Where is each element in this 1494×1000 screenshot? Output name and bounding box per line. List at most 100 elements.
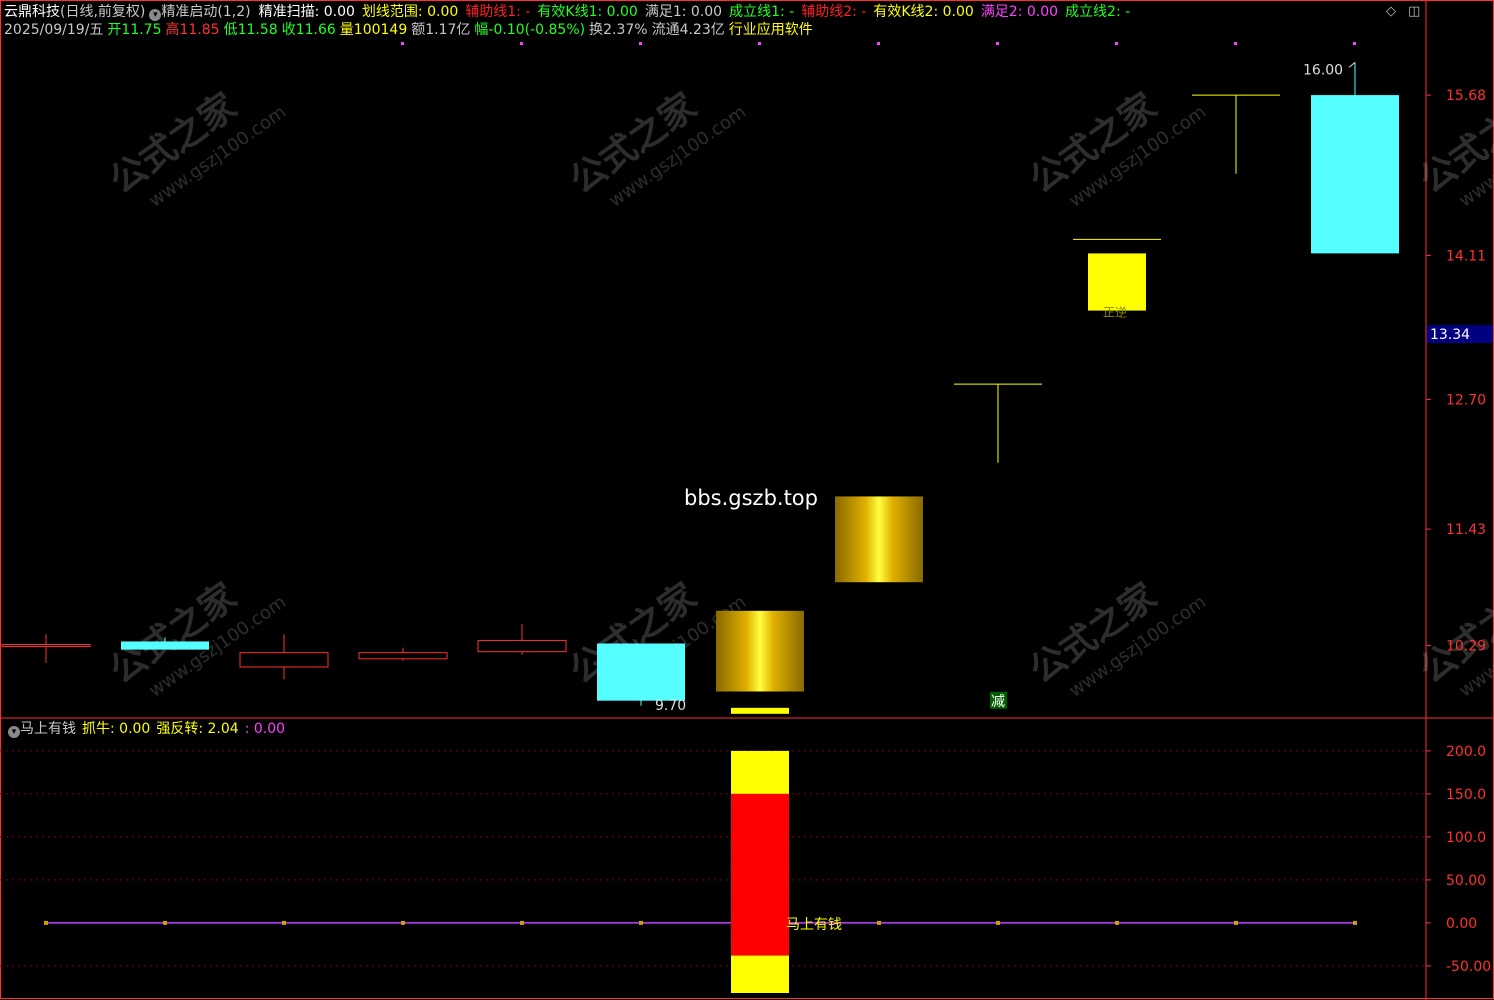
current-price-label: 13.34 (1430, 327, 1470, 343)
signal-dot (877, 42, 880, 45)
indicator-value-9: 成立线2: - (1065, 4, 1131, 20)
candle-0 (1, 634, 91, 663)
watermark-item-0: 公式之家www.gszj100.com (102, 86, 290, 212)
candle-2 (239, 634, 329, 680)
indicator-value-5: 成立线1: - (729, 4, 795, 20)
stock-name[interactable]: 云鼎科技 (4, 4, 60, 20)
candle-body (358, 652, 448, 660)
lower-indicator-value-0: 抓牛: 0.00 (82, 721, 151, 737)
value-tick-label: 200.0 (1446, 744, 1486, 760)
candle-6 (716, 610, 804, 692)
indicator-value-6: 辅助线2: - (801, 4, 867, 20)
watermark-item-2: 公式之家www.gszj100.com (1022, 86, 1210, 212)
quote-field-3: 低11.58 (223, 22, 278, 38)
indicator-value-7: 有效K线2: 0.00 (873, 4, 974, 20)
value-tick-label: 100.0 (1446, 830, 1486, 846)
quote-field-1: 开11.75 (107, 22, 162, 38)
price-tick-label: 10.29 (1446, 639, 1486, 655)
indicator-bar-label: 马上有钱 (786, 917, 842, 933)
signal-dot (758, 42, 761, 45)
candle-body (121, 641, 209, 650)
indicator-value-2: 辅助线1: - (465, 4, 531, 20)
period-label[interactable]: (日线,前复权) (60, 4, 145, 20)
high-price-annotation: 16.00 (1303, 62, 1343, 78)
zero-line-dot (877, 920, 881, 925)
candle-annotation: 正逆 (1103, 305, 1127, 320)
price-tick-label: 14.11 (1446, 248, 1486, 264)
zero-line-dot (639, 920, 643, 925)
quote-field-9: 流通4.23亿 (651, 22, 725, 38)
annotation-arrow (1348, 62, 1356, 68)
indicator-value-8: 满足2: 0.00 (980, 4, 1059, 20)
indicator-value-0: 精准扫描: 0.00 (258, 4, 355, 20)
zero-line-dot (163, 920, 167, 925)
signal-dot (1234, 42, 1237, 45)
candle-body (1088, 253, 1146, 311)
candle-10 (1192, 94, 1280, 174)
indicator-value-4: 满足1: 0.00 (644, 4, 723, 20)
candle-body (239, 652, 329, 668)
candle-3 (358, 647, 448, 661)
value-tick-label: 0.00 (1446, 916, 1477, 932)
quote-field-7: 幅-0.10(-0.85%) (474, 22, 586, 38)
quote-field-6: 额1.17亿 (411, 22, 471, 38)
signal-dot (520, 42, 523, 45)
candle-8 (954, 383, 1042, 463)
signal-dot (1353, 42, 1356, 45)
candle-body (716, 610, 804, 692)
value-tick-label: 50.00 (1446, 873, 1486, 889)
candle-body (1311, 95, 1399, 254)
watermark-item-3: 公式之家www.gszj100.com (102, 576, 290, 702)
candle-11 (1311, 62, 1399, 254)
candle-5 (597, 643, 685, 706)
quote-field-10: 行业应用软件 (728, 22, 813, 38)
signal-dot (401, 42, 404, 45)
candle-body (477, 639, 567, 653)
quote-field-0: 2025/09/19/五 (4, 22, 104, 38)
reduce-badge-label: 减 (991, 694, 1005, 710)
quote-field-5: 量100149 (339, 22, 408, 38)
watermark-item-5: 公式之家www.gszj100.com (1022, 576, 1210, 702)
low-price-annotation: 9.70 (655, 698, 686, 714)
zero-line-dot (282, 920, 286, 925)
chart-canvas: 公式之家www.gszj100.com 公式之家www.gszj100.com 公式… (0, 0, 1494, 1000)
zero-line-dot (996, 920, 1000, 925)
quote-field-4: 收11.66 (281, 22, 336, 38)
indicator-name[interactable]: 精准启动 (161, 4, 217, 20)
indicator-value-1: 划线范围: 0.00 (361, 4, 459, 20)
watermark-item-7: 公式之家www.gszj100.com (1412, 576, 1494, 702)
indicator-bar-segment-1 (731, 793, 789, 956)
candle-7 (835, 496, 923, 583)
value-tick-label: -50.00 (1446, 959, 1491, 975)
indicator-bar-segment-0 (731, 750, 789, 794)
candle-4 (477, 624, 567, 655)
candle-body (597, 643, 685, 701)
indicator-bar-segment-2 (731, 955, 789, 993)
indicator-params: (1,2) (217, 4, 251, 20)
square-icon[interactable]: ◫ (1408, 4, 1420, 19)
price-tick-label: 11.43 (1446, 522, 1486, 538)
header-row-2: 2025/09/19/五 开11.75 高11.85 低11.58 收11.66 量100… (4, 21, 817, 39)
signal-dot (1115, 42, 1118, 45)
lower-indicator-name[interactable]: 马上有钱 (20, 721, 76, 737)
dropdown-icon[interactable]: ▾ (8, 726, 20, 738)
watermark-item-1: 公式之家www.gszj100.com (562, 86, 750, 212)
value-tick-label: 150.0 (1446, 787, 1486, 803)
header-row-1: 云鼎科技(日线,前复权) ▾ 精准启动(1,2) 精准扫描: 0.00 划线范围: 0.… (4, 3, 1137, 21)
price-tick-label: 12.70 (1446, 392, 1486, 408)
signal-bar (731, 707, 789, 714)
candle-body (835, 496, 923, 583)
zero-line-dot (44, 920, 48, 925)
quote-field-2: 高11.85 (165, 22, 220, 38)
quote-field-8: 换2.37% (589, 22, 648, 38)
zero-line-dot (401, 920, 405, 925)
lower-indicator-value-1: 强反转: 2.04 (156, 721, 239, 737)
indicator-value-3: 有效K线1: 0.00 (537, 4, 638, 20)
lower-header-row: ▾ 马上有钱 抓牛: 0.00 强反转: 2.04 : 0.00 (4, 720, 291, 738)
dropdown-icon[interactable]: ▾ (149, 9, 162, 21)
lower-indicator-value-2: : 0.00 (244, 721, 286, 737)
site-watermark: bbs.gszb.top (684, 486, 818, 510)
candle-body (1, 644, 91, 648)
price-tick-label: 15.68 (1446, 88, 1486, 104)
diamond-icon[interactable]: ◇ (1386, 4, 1396, 19)
